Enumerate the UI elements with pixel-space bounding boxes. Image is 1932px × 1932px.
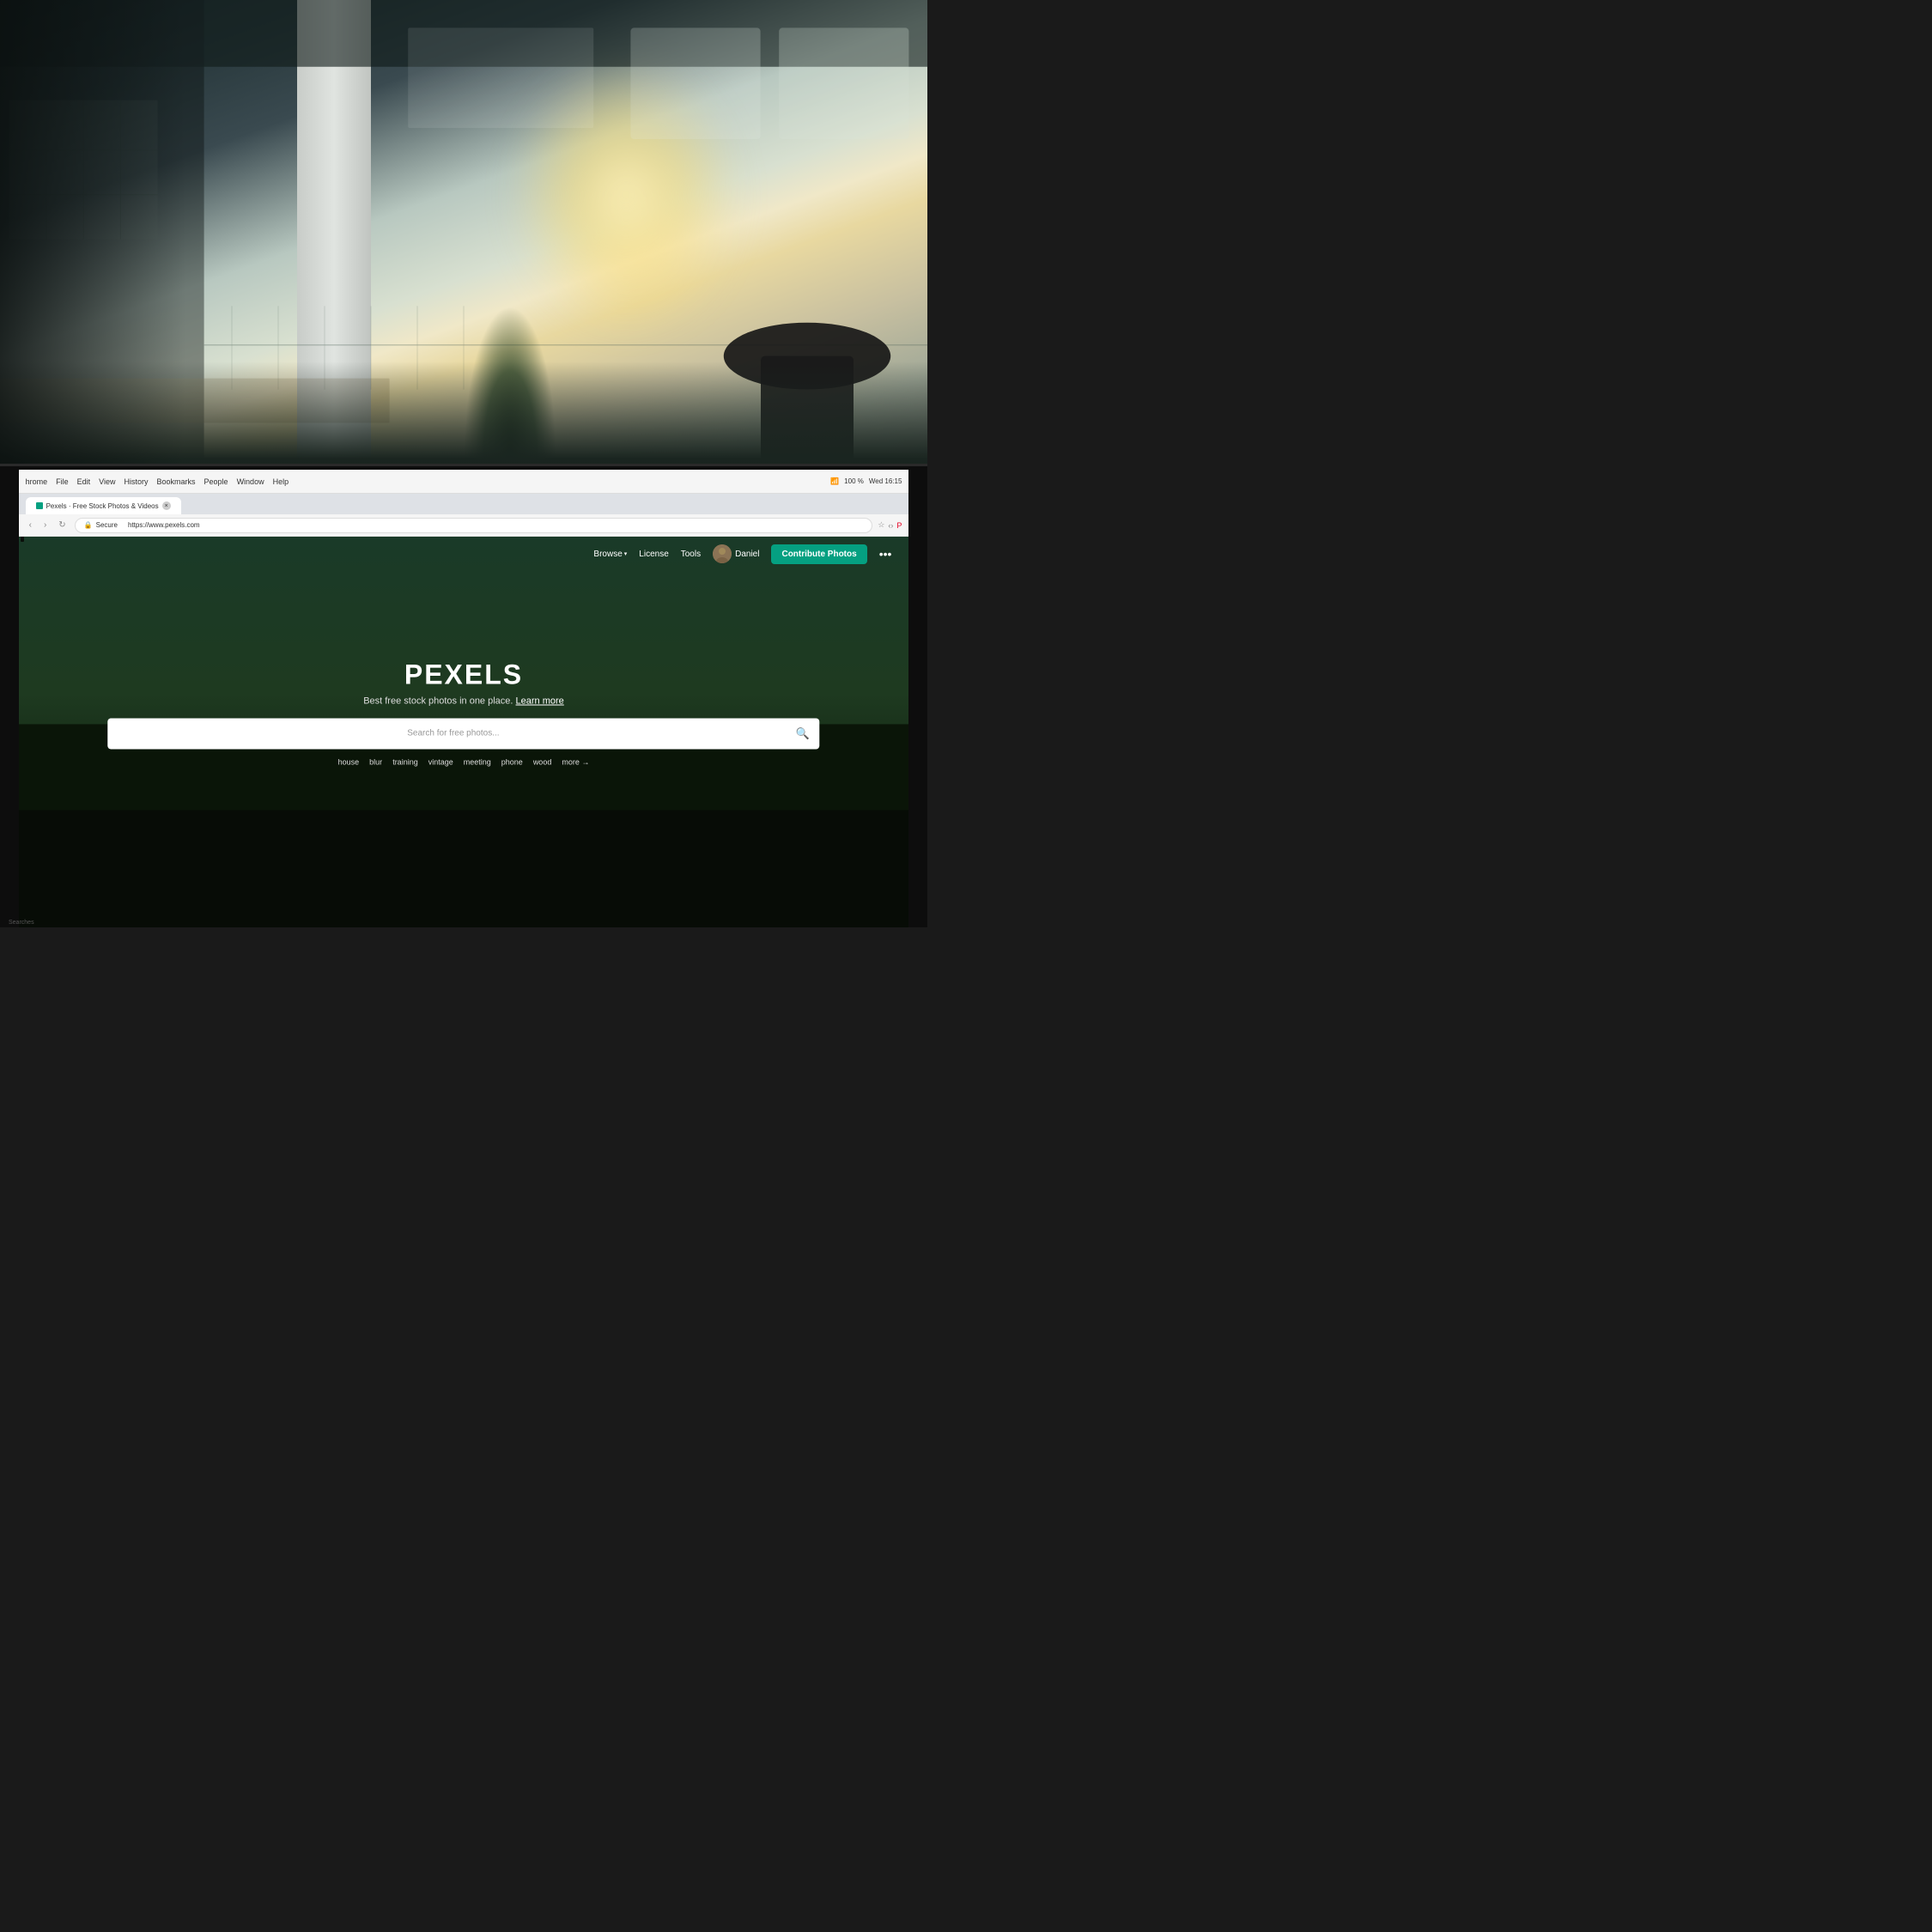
menu-window[interactable]: Window bbox=[237, 477, 264, 486]
tagline-text: Best free stock photos in one place. bbox=[363, 696, 513, 706]
pexels-website: Browse ▾ License Tools Dani bbox=[19, 537, 909, 927]
secure-icon: 🔒 bbox=[84, 521, 93, 529]
monitor-bezel: hrome File Edit View History Bookmarks P… bbox=[0, 464, 927, 927]
clock: Wed 16:15 bbox=[869, 477, 902, 485]
browser-status-right: 📶 100 % Wed 16:15 bbox=[830, 477, 902, 485]
search-bar[interactable]: Search for free photos... 🔍 bbox=[107, 718, 819, 749]
pexels-brand: PEXELS bbox=[107, 659, 819, 690]
pexels-nav-right: Browse ▾ License Tools Dani bbox=[593, 544, 891, 564]
contribute-photos-button[interactable]: Contribute Photos bbox=[771, 544, 866, 564]
bookmark-icon[interactable]: ☆ bbox=[878, 520, 884, 530]
user-name: Daniel bbox=[735, 550, 759, 559]
browse-label: Browse bbox=[593, 550, 622, 559]
menu-chrome[interactable]: hrome bbox=[26, 477, 48, 486]
user-avatar bbox=[713, 544, 732, 563]
tab-title: Pexels · Free Stock Photos & Videos bbox=[46, 502, 159, 510]
quick-tag-wood[interactable]: wood bbox=[533, 757, 552, 766]
menu-people[interactable]: People bbox=[204, 477, 228, 486]
menu-view[interactable]: View bbox=[99, 477, 115, 486]
pexels-tagline: Best free stock photos in one place. Lea… bbox=[107, 696, 819, 706]
quick-tag-phone[interactable]: phone bbox=[501, 757, 523, 766]
quick-tag-more[interactable]: more → bbox=[562, 757, 589, 766]
browse-chevron: ▾ bbox=[624, 550, 628, 557]
wifi-icon: 📶 bbox=[830, 477, 839, 485]
forward-button[interactable]: › bbox=[40, 519, 50, 532]
url-display: https://www.pexels.com bbox=[128, 521, 200, 529]
menu-help[interactable]: Help bbox=[273, 477, 289, 486]
nav-user[interactable]: Daniel bbox=[713, 544, 759, 563]
browser-menu-bar: hrome File Edit View History Bookmarks P… bbox=[19, 470, 909, 494]
menu-file[interactable]: File bbox=[56, 477, 69, 486]
tagline-link[interactable]: Learn more bbox=[516, 696, 564, 706]
pinterest-icon[interactable]: P bbox=[896, 521, 902, 530]
tab-close-button[interactable]: × bbox=[162, 501, 171, 510]
secure-label: Secure bbox=[96, 521, 118, 529]
nav-tools[interactable]: Tools bbox=[681, 550, 701, 559]
screen-bottom-label: Searches bbox=[9, 920, 34, 926]
menu-bookmarks[interactable]: Bookmarks bbox=[157, 477, 196, 486]
menu-edit[interactable]: Edit bbox=[77, 477, 91, 486]
search-input[interactable]: Search for free photos... bbox=[118, 729, 788, 738]
quick-tag-blur[interactable]: blur bbox=[369, 757, 382, 766]
address-bar-right-icons: ☆ ‹› P bbox=[878, 520, 902, 530]
back-button[interactable]: ‹ bbox=[26, 519, 35, 532]
quick-tag-vintage[interactable]: vintage bbox=[428, 757, 453, 766]
tab-favicon bbox=[36, 502, 43, 509]
reload-button[interactable]: ↻ bbox=[55, 519, 69, 532]
browser-menu-items: hrome File Edit View History Bookmarks P… bbox=[26, 477, 289, 486]
battery-icon: 100 % bbox=[844, 477, 864, 485]
search-icon-button[interactable]: 🔍 bbox=[796, 726, 810, 740]
quick-tag-house[interactable]: house bbox=[338, 757, 360, 766]
nav-license[interactable]: License bbox=[639, 550, 668, 559]
nav-more-icon[interactable]: ••• bbox=[879, 547, 892, 561]
pexels-nav: Browse ▾ License Tools Dani bbox=[19, 537, 909, 571]
reader-icon[interactable]: ‹› bbox=[888, 521, 893, 530]
browser-address-bar: ‹ › ↻ 🔒 Secure https://www.pexels.com ☆ … bbox=[19, 514, 909, 537]
browser-tabs-bar: Pexels · Free Stock Photos & Videos × bbox=[19, 494, 909, 514]
quick-tag-meeting[interactable]: meeting bbox=[464, 757, 491, 766]
quick-search-tags: house blur training vintage meeting phon… bbox=[107, 757, 819, 766]
hero-content: PEXELS Best free stock photos in one pla… bbox=[107, 659, 819, 766]
menu-history[interactable]: History bbox=[125, 477, 149, 486]
screen-inner: hrome File Edit View History Bookmarks P… bbox=[19, 470, 909, 927]
nav-browse[interactable]: Browse ▾ bbox=[593, 550, 627, 559]
address-input[interactable]: 🔒 Secure https://www.pexels.com bbox=[75, 518, 873, 533]
quick-tag-training[interactable]: training bbox=[392, 757, 418, 766]
browser-tab-pexels[interactable]: Pexels · Free Stock Photos & Videos × bbox=[26, 497, 181, 514]
